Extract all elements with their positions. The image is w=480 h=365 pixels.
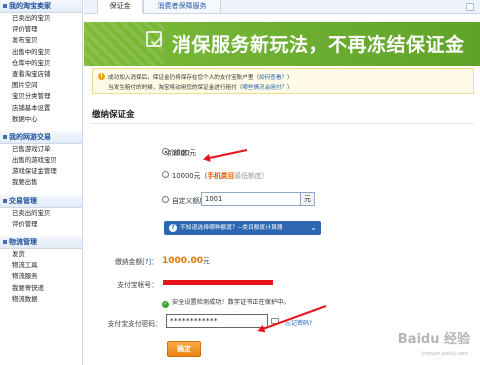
paid-amount-label: 缴纳金额[?]： bbox=[115, 258, 158, 266]
sidebar-item[interactable]: 宝贝分类管理 bbox=[0, 91, 82, 102]
sidebar-item[interactable]: 发布宝贝 bbox=[0, 35, 82, 46]
sidebar-item[interactable]: 物流工具 bbox=[0, 260, 82, 271]
sidebar-item[interactable]: 店铺基本设置 bbox=[0, 103, 82, 114]
amount-calculator-button[interactable]: ? 不知道选择哪种额度？--类目额度计算器 ⌄ bbox=[164, 221, 321, 235]
question-icon: ? bbox=[169, 224, 177, 232]
option-1000-label[interactable]: 1000元 bbox=[172, 147, 196, 157]
paid-help-link[interactable]: [?] bbox=[142, 258, 151, 266]
sidebar-item[interactable]: 出售的游戏宝贝 bbox=[0, 155, 82, 166]
sidebar-group-title[interactable]: 我的淘宝卖家 bbox=[0, 0, 82, 13]
radio-1000[interactable] bbox=[162, 148, 169, 155]
pay-password-input[interactable]: ************ bbox=[166, 314, 268, 328]
sidebar-item[interactable]: 评价管理 bbox=[0, 219, 82, 230]
banner-title: 消保服务新玩法，不再冻结保证金 bbox=[172, 34, 465, 56]
custom-amount-input[interactable]: 1001 bbox=[201, 192, 301, 206]
radio-custom[interactable] bbox=[162, 196, 169, 203]
custom-amount-unit: 元 bbox=[301, 192, 315, 206]
promo-banner[interactable]: 消保服务新玩法，不再冻结保证金 bbox=[84, 22, 480, 66]
sidebar-item[interactable]: 我要寄快递 bbox=[0, 283, 82, 294]
sidebar-item[interactable]: 发货 bbox=[0, 249, 82, 260]
sidebar-item[interactable]: 已卖出的宝贝 bbox=[0, 13, 82, 24]
main-content: 保证金 消费者保障服务 消保服务新玩法，不再冻结保证金 i 成功加入消保后，保证… bbox=[84, 0, 480, 365]
sidebar-item[interactable]: 数据中心 bbox=[0, 114, 82, 125]
check-icon: ✓ bbox=[162, 301, 169, 308]
scroll-up-icon[interactable] bbox=[466, 3, 474, 11]
sidebar-item[interactable]: 图片空间 bbox=[0, 80, 82, 91]
sidebar-item[interactable]: 查看淘宝店铺 bbox=[0, 69, 82, 80]
option-10000-label[interactable]: 10000元（手机类目最低额度） bbox=[172, 170, 268, 180]
left-sidebar: 我的淘宝卖家 已卖出的宝贝 评价管理 发布宝贝 出售中的宝贝 仓库中的宝贝 查看淘宝店铺 图片… bbox=[0, 0, 83, 365]
sidebar-group-title[interactable]: 物流管理 bbox=[0, 236, 82, 249]
how-to-view-link[interactable]: 如何查看？ bbox=[259, 75, 287, 81]
info-icon: i bbox=[98, 73, 105, 80]
sidebar-item[interactable]: 仓库中的宝贝 bbox=[0, 58, 82, 69]
notice-line-2: 当发生赔付的时候，淘宝将动用您的保证金进行赔付（哪些情况会赔付？） bbox=[108, 85, 293, 91]
tab-consumer-protection[interactable]: 消费者保障服务 bbox=[143, 0, 221, 14]
paid-amount-value: 1000.00元 bbox=[162, 256, 210, 266]
alipay-account-label: 支付宝帐号： bbox=[117, 281, 158, 289]
sidebar-item[interactable]: 已售游戏订单 bbox=[0, 144, 82, 155]
chevron-down-icon: ⌄ bbox=[310, 223, 317, 232]
tab-deposit[interactable]: 保证金 bbox=[97, 0, 143, 14]
sidebar-item[interactable]: 我要出售 bbox=[0, 177, 82, 188]
sidebar-item[interactable]: 已卖出的宝贝 bbox=[0, 208, 82, 219]
info-notice: i 成功加入消保后，保证金仍将保存在您个人的支付宝账户里（如何查看？） 当发生赔… bbox=[92, 68, 474, 94]
tab-bar: 保证金 消费者保障服务 bbox=[84, 0, 480, 14]
baidu-watermark-url: jingyan.baidu.com bbox=[421, 351, 468, 357]
sidebar-item[interactable]: 物流服务 bbox=[0, 271, 82, 282]
sidebar-item[interactable]: 物流数据 bbox=[0, 294, 82, 305]
sidebar-group-title[interactable]: 交易管理 bbox=[0, 194, 82, 208]
envelope-check-icon bbox=[146, 31, 162, 47]
sidebar-group-title[interactable]: 我的网游交易 bbox=[0, 130, 82, 144]
section-title: 缴纳保证金 bbox=[92, 110, 135, 120]
sidebar-item[interactable]: 评价管理 bbox=[0, 24, 82, 35]
confirm-button[interactable]: 确定 bbox=[167, 341, 201, 357]
sidebar-item[interactable]: 出售中的宝贝 bbox=[0, 47, 82, 58]
baidu-watermark: Baidu 经验 bbox=[397, 332, 470, 347]
section-divider bbox=[92, 123, 474, 124]
redacted-account bbox=[163, 280, 273, 285]
security-check-status: ✓ 安全设置检测成功！数字证书正在保护中。 bbox=[162, 299, 290, 308]
notice-line-1: 成功加入消保后，保证金仍将保存在您个人的支付宝账户里（如何查看？） bbox=[108, 75, 293, 81]
radio-10000[interactable] bbox=[162, 171, 169, 178]
sidebar-item[interactable]: 游戏保证金管理 bbox=[0, 166, 82, 177]
compensation-cases-link[interactable]: 哪些情况会赔付？ bbox=[242, 85, 287, 91]
pay-password-label: 支付宝支付密码： bbox=[107, 320, 162, 328]
